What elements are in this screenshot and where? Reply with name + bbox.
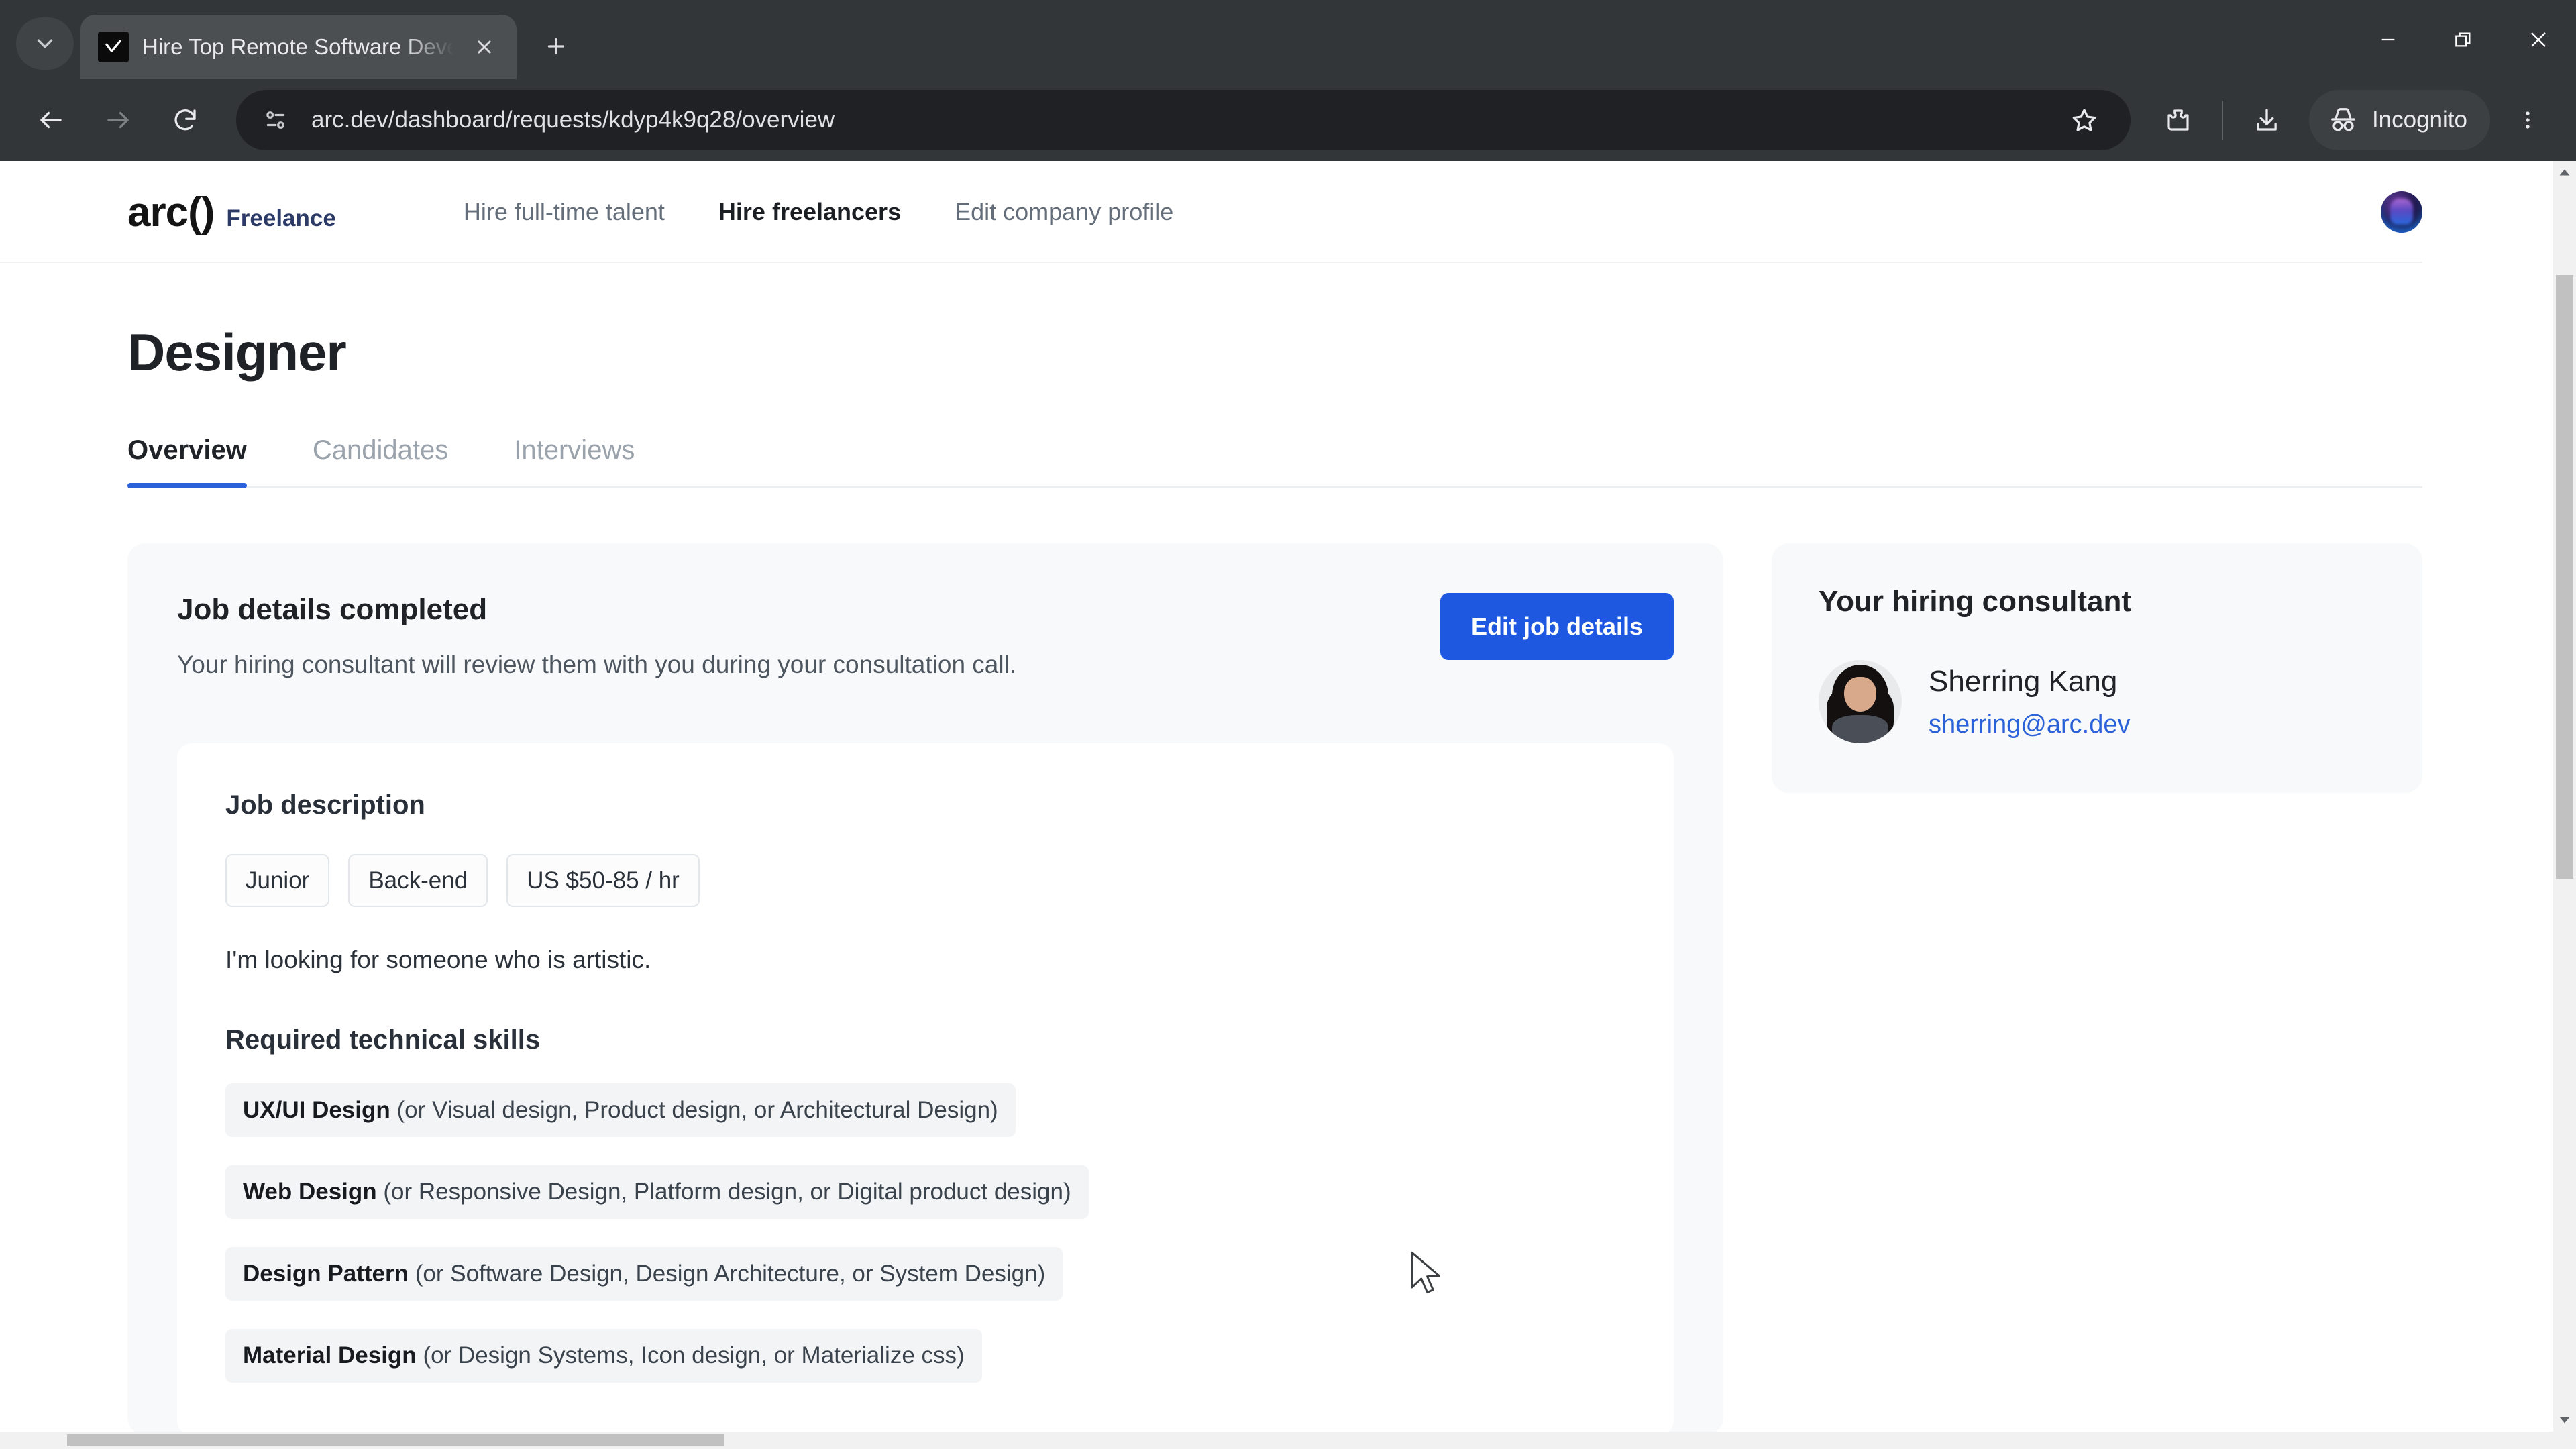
browser-toolbar: arc.dev/dashboard/requests/kdyp4k9q28/ov… [0, 79, 2576, 161]
skill-list: UX/UI Design (or Visual design, Product … [225, 1055, 1625, 1383]
site-settings-icon[interactable] [259, 103, 292, 137]
incognito-indicator[interactable]: Incognito [2308, 90, 2490, 150]
vertical-scrollbar[interactable] [2553, 161, 2576, 1432]
brand-suffix: Freelance [226, 205, 336, 231]
scrollbar-corner [2553, 1432, 2576, 1449]
tab-candidates[interactable]: Candidates [313, 435, 448, 488]
job-details-subtitle: Your hiring consultant will review them … [177, 651, 1017, 678]
job-attribute-chips: Junior Back-end US $50-85 / hr [225, 854, 1625, 907]
header-divider [0, 262, 2422, 263]
reload-icon[interactable] [154, 89, 216, 151]
hiring-consultant-card: Your hiring consultant Sherring Kang she… [1772, 543, 2422, 793]
skill-row: Material Design (or Design Systems, Icon… [225, 1329, 982, 1383]
skill-alternatives: (or Software Design, Design Architecture… [415, 1260, 1046, 1287]
skill-name: Material Design [243, 1342, 417, 1368]
tab-interviews[interactable]: Interviews [514, 435, 635, 488]
job-details-header: Job details completed Your hiring consul… [177, 593, 1674, 679]
nav-item-edit-company-profile[interactable]: Edit company profile [928, 198, 1200, 226]
site-header: arc() Freelance Hire full-time talent Hi… [0, 161, 2553, 263]
chrome-menu-icon[interactable] [2500, 90, 2556, 150]
new-tab-button[interactable] [531, 21, 581, 71]
side-column: Your hiring consultant Sherring Kang she… [1772, 543, 2422, 793]
skill-alternatives: (or Visual design, Product design, or Ar… [396, 1097, 998, 1123]
downloads-icon[interactable] [2237, 90, 2297, 150]
tab-strip: Hire Top Remote Software Deve [0, 0, 2576, 79]
toolbar-divider [2221, 101, 2223, 140]
url-text: arc.dev/dashboard/requests/kdyp4k9q28/ov… [311, 107, 835, 133]
extensions-icon[interactable] [2148, 90, 2208, 150]
skill-name: Web Design [243, 1179, 377, 1205]
skill-alternatives: (or Responsive Design, Platform design, … [383, 1179, 1071, 1205]
web-page: arc() Freelance Hire full-time talent Hi… [0, 161, 2553, 1432]
skill-alternatives: (or Design Systems, Icon design, or Mate… [423, 1342, 965, 1368]
close-icon[interactable] [467, 30, 502, 64]
vertical-scrollbar-thumb[interactable] [2556, 275, 2573, 879]
required-skills-title: Required technical skills [225, 1025, 541, 1055]
consultant-name: Sherring Kang [1929, 664, 2118, 698]
maximize-icon[interactable] [2426, 0, 2501, 79]
tab-search-button[interactable] [16, 17, 74, 70]
incognito-label: Incognito [2371, 107, 2467, 133]
consultant-avatar [1819, 660, 1902, 743]
job-details-text: Job details completed Your hiring consul… [177, 593, 1016, 679]
brand-logo[interactable]: arc() Freelance [127, 189, 336, 236]
main-column: Job details completed Your hiring consul… [127, 543, 1723, 1432]
skill-name: Design Pattern [243, 1260, 409, 1287]
skill-name: UX/UI Design [243, 1097, 390, 1123]
page-tabs: Overview Candidates Interviews [127, 435, 2422, 488]
scroll-down-arrow-icon[interactable] [2553, 1409, 2576, 1432]
consultant-row: Sherring Kang sherring@arc.dev [1819, 660, 2375, 743]
chip-role: Back-end [348, 854, 488, 907]
nav-item-hire-full-time-talent[interactable]: Hire full-time talent [437, 198, 692, 226]
horizontal-scrollbar-thumb[interactable] [67, 1434, 724, 1446]
tab-title: Hire Top Remote Software Deve [142, 34, 453, 59]
consultant-info: Sherring Kang sherring@arc.dev [1929, 665, 2130, 739]
page-title: Designer [127, 323, 347, 382]
site-nav: Hire full-time talent Hire freelancers E… [437, 198, 1200, 226]
brand-logo-text: arc() [127, 189, 215, 235]
job-description-text: I'm looking for someone who is artistic. [225, 946, 651, 973]
skill-row: UX/UI Design (or Visual design, Product … [225, 1083, 1016, 1137]
hiring-consultant-title: Your hiring consultant [1819, 585, 2132, 618]
page-viewport: arc() Freelance Hire full-time talent Hi… [0, 161, 2576, 1449]
browser-tab[interactable]: Hire Top Remote Software Deve [80, 15, 517, 79]
forward-icon[interactable] [87, 89, 149, 151]
arc-favicon-icon [98, 32, 129, 62]
chip-rate: US $50-85 / hr [506, 854, 700, 907]
bookmark-star-icon[interactable] [2055, 91, 2113, 149]
chip-seniority: Junior [225, 854, 330, 907]
window-controls [2351, 0, 2576, 79]
content-columns: Job details completed Your hiring consul… [127, 543, 2422, 1432]
job-details-title: Job details completed [177, 593, 488, 626]
minimize-icon[interactable] [2351, 0, 2426, 79]
page-content: Designer Overview Candidates Interviews … [0, 322, 2553, 1432]
avatar[interactable] [2381, 191, 2422, 233]
nav-item-hire-freelancers[interactable]: Hire freelancers [692, 198, 928, 226]
edit-job-details-button[interactable]: Edit job details [1440, 593, 1674, 660]
job-details-card: Job details completed Your hiring consul… [127, 543, 1723, 1432]
address-bar[interactable]: arc.dev/dashboard/requests/kdyp4k9q28/ov… [236, 90, 2131, 150]
consultant-email-link[interactable]: sherring@arc.dev [1929, 710, 2130, 739]
back-icon[interactable] [20, 89, 82, 151]
job-description-title: Job description [225, 790, 425, 820]
skill-row: Design Pattern (or Software Design, Desi… [225, 1247, 1063, 1301]
tab-overview[interactable]: Overview [127, 435, 247, 488]
horizontal-scrollbar[interactable] [0, 1432, 2553, 1449]
job-description-card: Job description Junior Back-end US $50-8… [177, 743, 1674, 1432]
scroll-up-arrow-icon[interactable] [2553, 161, 2576, 184]
close-window-icon[interactable] [2501, 0, 2576, 79]
browser-window: Hire Top Remote Software Deve arc.dev/da… [0, 0, 2576, 1449]
skill-row: Web Design (or Responsive Design, Platfo… [225, 1165, 1089, 1219]
